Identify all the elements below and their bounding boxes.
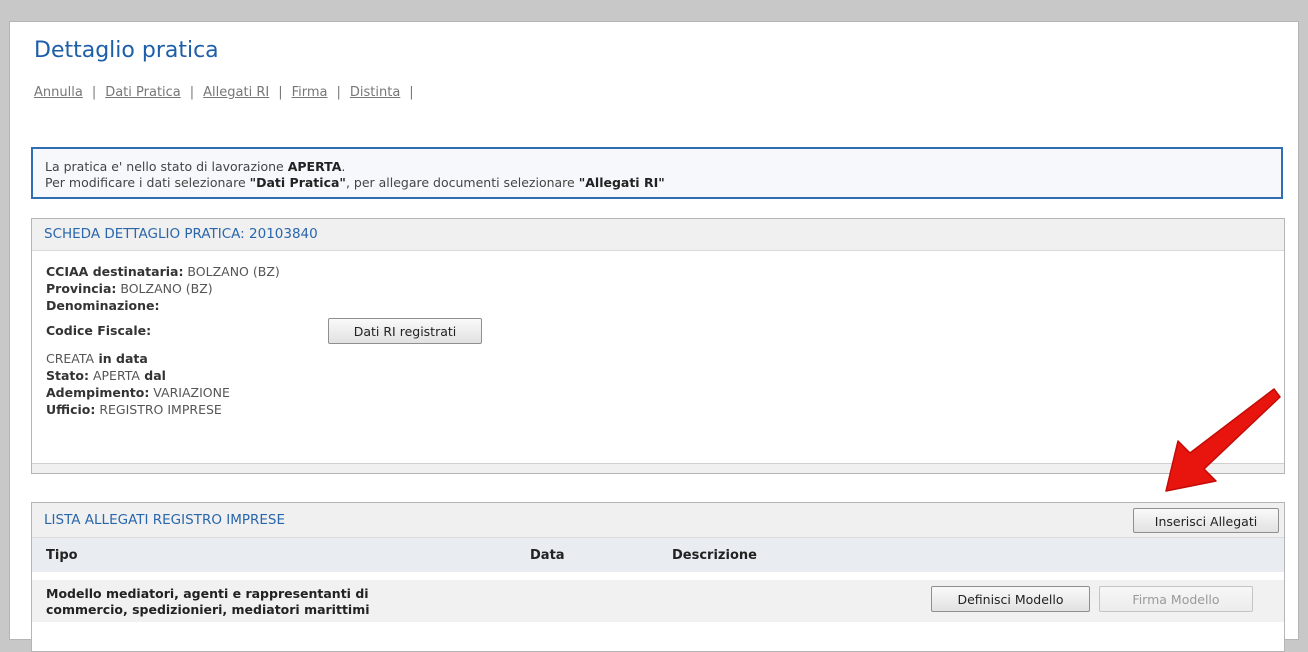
cciaa-row: CCIAA destinataria: BOLZANO (BZ) [46,264,1270,281]
arrow-shape [1165,388,1281,492]
attachments-panel-heading: LISTA ALLEGATI REGISTRO IMPRESE Inserisc… [32,503,1284,538]
provincia-label: Provincia: [46,281,117,296]
inserisci-allegati-button[interactable]: Inserisci Allegati [1133,508,1279,533]
red-pointer-arrow-icon [1165,388,1281,492]
column-header-descrizione: Descrizione [672,548,757,563]
notice-text: La pratica e' nello stato di lavorazione [45,159,288,174]
detail-panel-footer [32,463,1284,473]
provincia-row: Provincia: BOLZANO (BZ) [46,281,1270,298]
notice-text: . [341,159,346,174]
column-header-tipo: Tipo [46,548,78,563]
nav-distinta-link[interactable]: Distinta [350,85,400,100]
provincia-value: BOLZANO (BZ) [116,281,213,296]
stato-row: Stato: APERTA dal [46,368,1270,385]
stato-dal-label: dal [139,368,166,383]
nav-separator: | [336,85,341,100]
detail-body: CCIAA destinataria: BOLZANO (BZ) Provinc… [32,251,1284,432]
attachments-heading-text: LISTA ALLEGATI REGISTRO IMPRESE [44,512,286,528]
nav-separator: | [91,85,97,100]
row-tipo: Modello mediatori, agenti e rappresentan… [46,586,466,618]
status-notice: La pratica e' nello stato di lavorazione… [31,147,1283,199]
denominazione-label: Denominazione: [46,298,160,313]
creata-label: in data [94,351,148,366]
adempimento-label: Adempimento: [46,385,150,400]
creata-value: CREATA [46,351,95,366]
notice-highlight: "Allegati RI" [578,175,665,190]
attachments-table-header: Tipo Data Descrizione [32,538,1284,572]
stato-value: APERTA [88,368,140,383]
notice-text: , per allegare documenti selezionare [345,175,579,190]
denominazione-row: Denominazione: [46,298,1270,315]
nav-allegati-ri-link[interactable]: Allegati RI [203,85,269,100]
cciaa-value: BOLZANO (BZ) [183,264,280,279]
notice-line-1: La pratica e' nello stato di lavorazione… [45,159,1269,175]
notice-line-2: Per modificare i dati selezionare "Dati … [45,175,1269,191]
row-tipo-line: commercio, spedizionieri, mediatori mari… [46,602,370,617]
dati-ri-registrati-button[interactable]: Dati RI registrati [328,318,482,344]
ufficio-value: REGISTRO IMPRESE [95,402,222,417]
detail-panel: SCHEDA DETTAGLIO PRATICA: 20103840 CCIAA… [31,218,1285,474]
nav-firma-link[interactable]: Firma [292,85,328,100]
nav-annulla-link[interactable]: Annulla [34,85,83,100]
nav-separator: | [409,85,414,100]
ufficio-row: Ufficio: REGISTRO IMPRESE [46,402,1270,419]
definisci-modello-button[interactable]: Definisci Modello [931,586,1090,612]
table-row: Modello mediatori, agenti e rappresentan… [32,580,1284,622]
nav-dati-pratica-link[interactable]: Dati Pratica [105,85,181,100]
notice-highlight: "Dati Pratica" [249,175,346,190]
attachments-panel: LISTA ALLEGATI REGISTRO IMPRESE Inserisc… [31,502,1285,652]
adempimento-value: VARIAZIONE [149,385,230,400]
cciaa-label: CCIAA destinataria: [46,264,184,279]
ufficio-label: Ufficio: [46,402,96,417]
stato-label: Stato: [46,368,89,383]
page-title: Dettaglio pratica [34,38,219,63]
page-container: Dettaglio pratica Annulla | Dati Pratica | A… [10,22,1298,652]
adempimento-row: Adempimento: VARIAZIONE [46,385,1270,402]
notice-text: Per modificare i dati selezionare [45,175,250,190]
codice-fiscale-label: Codice Fiscale: [46,323,152,338]
codice-fiscale-row: Codice Fiscale: Dati RI registrati [46,317,1270,345]
creata-row: CREATA in data [46,351,1270,368]
notice-state: APERTA [287,159,342,174]
detail-panel-heading: SCHEDA DETTAGLIO PRATICA: 20103840 [32,219,1284,251]
nav-separator: | [189,85,195,100]
column-header-data: Data [530,548,565,563]
firma-modello-button[interactable]: Firma Modello [1099,586,1253,612]
nav-separator: | [278,85,283,100]
action-nav: Annulla | Dati Pratica | Allegati RI | Firma | D… [34,85,423,100]
row-tipo-line: Modello mediatori, agenti e rappresentan… [46,586,369,601]
